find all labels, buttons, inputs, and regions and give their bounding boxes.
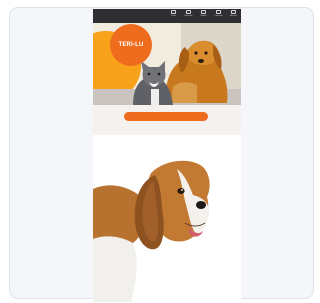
gallery-icon	[201, 10, 206, 14]
golden-retriever-image	[165, 40, 228, 103]
nav-menu: Inicio Servicios Galería Contacto Acceso	[168, 10, 239, 22]
beagle-section	[93, 139, 241, 302]
nav-item-user[interactable]: Acceso	[228, 10, 239, 22]
nav-item-label: Galería	[200, 15, 207, 17]
top-nav-bar: Inicio Servicios Galería Contacto Acceso	[93, 9, 241, 23]
cat-image	[133, 61, 173, 105]
nav-item-label: Contacto	[214, 15, 223, 17]
contact-icon	[216, 10, 221, 14]
home-icon	[171, 10, 176, 14]
cta-button[interactable]	[124, 112, 208, 121]
beagle-image	[93, 160, 210, 302]
website-screenshot: Inicio Servicios Galería Contacto Acceso	[93, 9, 241, 302]
hero-tagline	[101, 105, 233, 110]
user-icon	[231, 10, 236, 14]
nav-item-gallery[interactable]: Galería	[198, 10, 209, 22]
nav-item-label: Servicios	[184, 15, 193, 17]
hero-banner: TERI-LU	[93, 23, 241, 105]
logo-title: TERI-LU	[118, 41, 144, 48]
nav-item-services[interactable]: Servicios	[183, 10, 194, 22]
nav-item-home[interactable]: Inicio	[168, 10, 179, 22]
nav-item-label: Inicio	[171, 15, 176, 17]
nav-item-contact[interactable]: Contacto	[213, 10, 224, 22]
nav-item-label: Acceso	[230, 15, 237, 17]
services-icon	[186, 10, 191, 14]
brand-logo[interactable]: TERI-LU	[110, 24, 152, 66]
